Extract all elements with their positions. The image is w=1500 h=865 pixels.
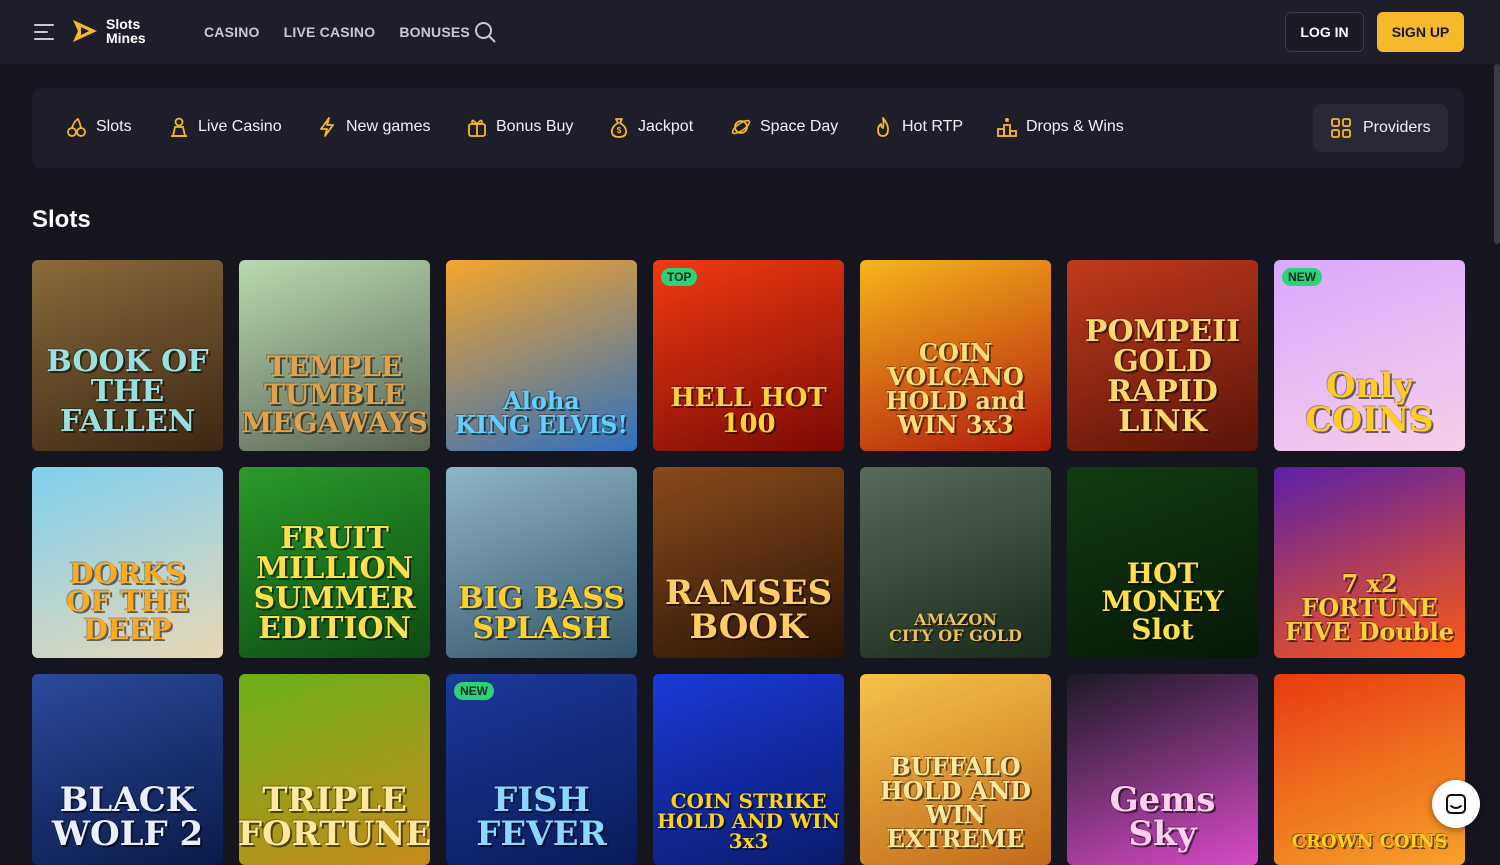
category-space-day[interactable]: Space Day (730, 116, 838, 138)
gift-icon (468, 119, 486, 137)
lightning-icon (320, 117, 334, 137)
game-title: HOT MONEY Slot (1101, 557, 1224, 646)
game-tile[interactable]: BOOK OF THE FALLEN (32, 260, 223, 451)
game-title: BIG BASS SPLASH (458, 581, 625, 646)
game-title: Aloha KING ELVIS! (455, 386, 628, 439)
game-tile[interactable]: FRUIT MILLION SUMMER EDITION (239, 467, 430, 658)
game-title: FRUIT MILLION SUMMER EDITION (253, 521, 416, 646)
game-tile[interactable]: RAMSES BOOK (653, 467, 844, 658)
game-tile[interactable]: Only COINS NEW (1274, 260, 1465, 451)
category-hot-rtp[interactable]: Hot RTP (872, 116, 963, 138)
grid-icon (1331, 118, 1351, 138)
category-label: Drops & Wins (1026, 118, 1124, 135)
game-tile[interactable]: HELL HOT 100 TOP (653, 260, 844, 451)
category-label: Live Casino (198, 118, 282, 135)
game-title: Gems Sky (1109, 780, 1216, 854)
game-title: HELL HOT 100 (670, 383, 827, 439)
logo-text-line2: Mines (106, 30, 146, 46)
game-title: BUFFALO HOLD AND WIN EXTREME (880, 752, 1031, 853)
podium-icon (997, 118, 1017, 137)
svg-text:$: $ (617, 126, 622, 135)
category-jackpot[interactable]: $ Jackpot (608, 116, 693, 138)
nav-live-casino[interactable]: LIVE CASINO (284, 24, 376, 40)
game-title: CROWN COINS (1291, 831, 1448, 852)
login-button[interactable]: LOG IN (1285, 12, 1364, 52)
game-title: Only COINS (1305, 366, 1434, 440)
game-tile[interactable]: CROWN COINS (1274, 674, 1465, 865)
logo-icon (73, 20, 97, 42)
menu-icon[interactable] (34, 24, 54, 40)
game-title: 7 x2 FORTUNE FIVE Double (1285, 569, 1454, 646)
logo-text-line1: Slots (106, 16, 141, 32)
game-title: TRIPLE FORTUNE (239, 780, 430, 854)
category-label: Slots (96, 118, 132, 135)
providers-label: Providers (1363, 119, 1431, 136)
providers-button[interactable]: Providers (1313, 104, 1448, 152)
category-bar: Slots Live Casino New games Bonus Buy $ … (32, 88, 1464, 168)
game-title: AMAZON CITY OF GOLD (889, 610, 1022, 645)
category-label: Space Day (760, 118, 839, 135)
nav-casino[interactable]: CASINO (204, 24, 260, 40)
game-tile[interactable]: HOT MONEY Slot (1067, 467, 1258, 658)
game-tile[interactable]: FISH FEVER NEW (446, 674, 637, 865)
game-tile[interactable]: BUFFALO HOLD AND WIN EXTREME (860, 674, 1051, 865)
game-title: FISH FEVER (476, 780, 607, 854)
game-tile[interactable]: 7 x2 FORTUNE FIVE Double (1274, 467, 1465, 658)
category-slots[interactable]: Slots (66, 116, 132, 138)
category-live-casino[interactable]: Live Casino (168, 116, 282, 138)
game-tile[interactable]: DORKS OF THE DEEP (32, 467, 223, 658)
category-label: New games (346, 118, 431, 135)
category-label: Hot RTP (902, 118, 964, 135)
game-title: POMPEII GOLD RAPID LINK (1084, 314, 1241, 439)
game-tile[interactable]: TEMPLE TUMBLE MEGAWAYS (239, 260, 430, 451)
category-bonus-buy[interactable]: Bonus Buy (466, 116, 573, 138)
flame-icon (877, 117, 889, 137)
game-tile[interactable]: COIN STRIKE HOLD AND WIN 3x3 (653, 674, 844, 865)
game-title: COIN VOLCANO HOLD and WIN 3x3 (885, 338, 1026, 439)
game-tile[interactable]: BLACK WOLF 2 (32, 674, 223, 865)
nav-bonuses[interactable]: BONUSES (399, 24, 470, 40)
game-badge: NEW (1282, 268, 1322, 286)
game-tile[interactable]: AMAZON CITY OF GOLD (860, 467, 1051, 658)
game-title: COIN STRIKE HOLD AND WIN 3x3 (657, 789, 840, 853)
dealer-icon (171, 117, 187, 137)
category-new-games[interactable]: New games (316, 116, 430, 138)
money-bag-icon: $ (610, 118, 628, 138)
top-header: Slots Mines CASINO LIVE CASINO BONUSES L… (0, 0, 1500, 64)
game-title: DORKS OF THE DEEP (66, 557, 189, 646)
game-tile[interactable]: POMPEII GOLD RAPID LINK (1067, 260, 1258, 451)
game-badge: TOP (661, 268, 698, 286)
game-tile[interactable]: COIN VOLCANO HOLD and WIN 3x3 (860, 260, 1051, 451)
page-scrollbar[interactable] (1494, 64, 1500, 244)
game-tile[interactable]: Gems Sky (1067, 674, 1258, 865)
game-title: BOOK OF THE FALLEN (46, 344, 209, 439)
category-label: Jackpot (638, 118, 694, 135)
game-title: RAMSES BOOK (664, 573, 833, 647)
site-logo[interactable]: Slots Mines (70, 16, 146, 46)
top-nav: CASINO LIVE CASINO BONUSES (204, 24, 470, 40)
game-tile[interactable]: Aloha KING ELVIS! (446, 260, 637, 451)
game-badge: NEW (454, 682, 494, 700)
planet-icon (731, 119, 751, 135)
search-icon[interactable] (474, 21, 496, 43)
game-title: TEMPLE TUMBLE MEGAWAYS (241, 350, 428, 439)
category-drops-wins[interactable]: Drops & Wins (996, 116, 1124, 138)
cherries-icon (67, 117, 86, 137)
game-title: BLACK WOLF 2 (51, 780, 204, 854)
game-tile[interactable]: BIG BASS SPLASH (446, 467, 637, 658)
section-title: Slots (32, 206, 91, 233)
category-label: Bonus Buy (496, 118, 574, 135)
signup-button[interactable]: SIGN UP (1377, 12, 1464, 52)
game-tile[interactable]: TRIPLE FORTUNE (239, 674, 430, 865)
chat-button[interactable] (1432, 780, 1480, 828)
chat-icon (1446, 794, 1466, 814)
